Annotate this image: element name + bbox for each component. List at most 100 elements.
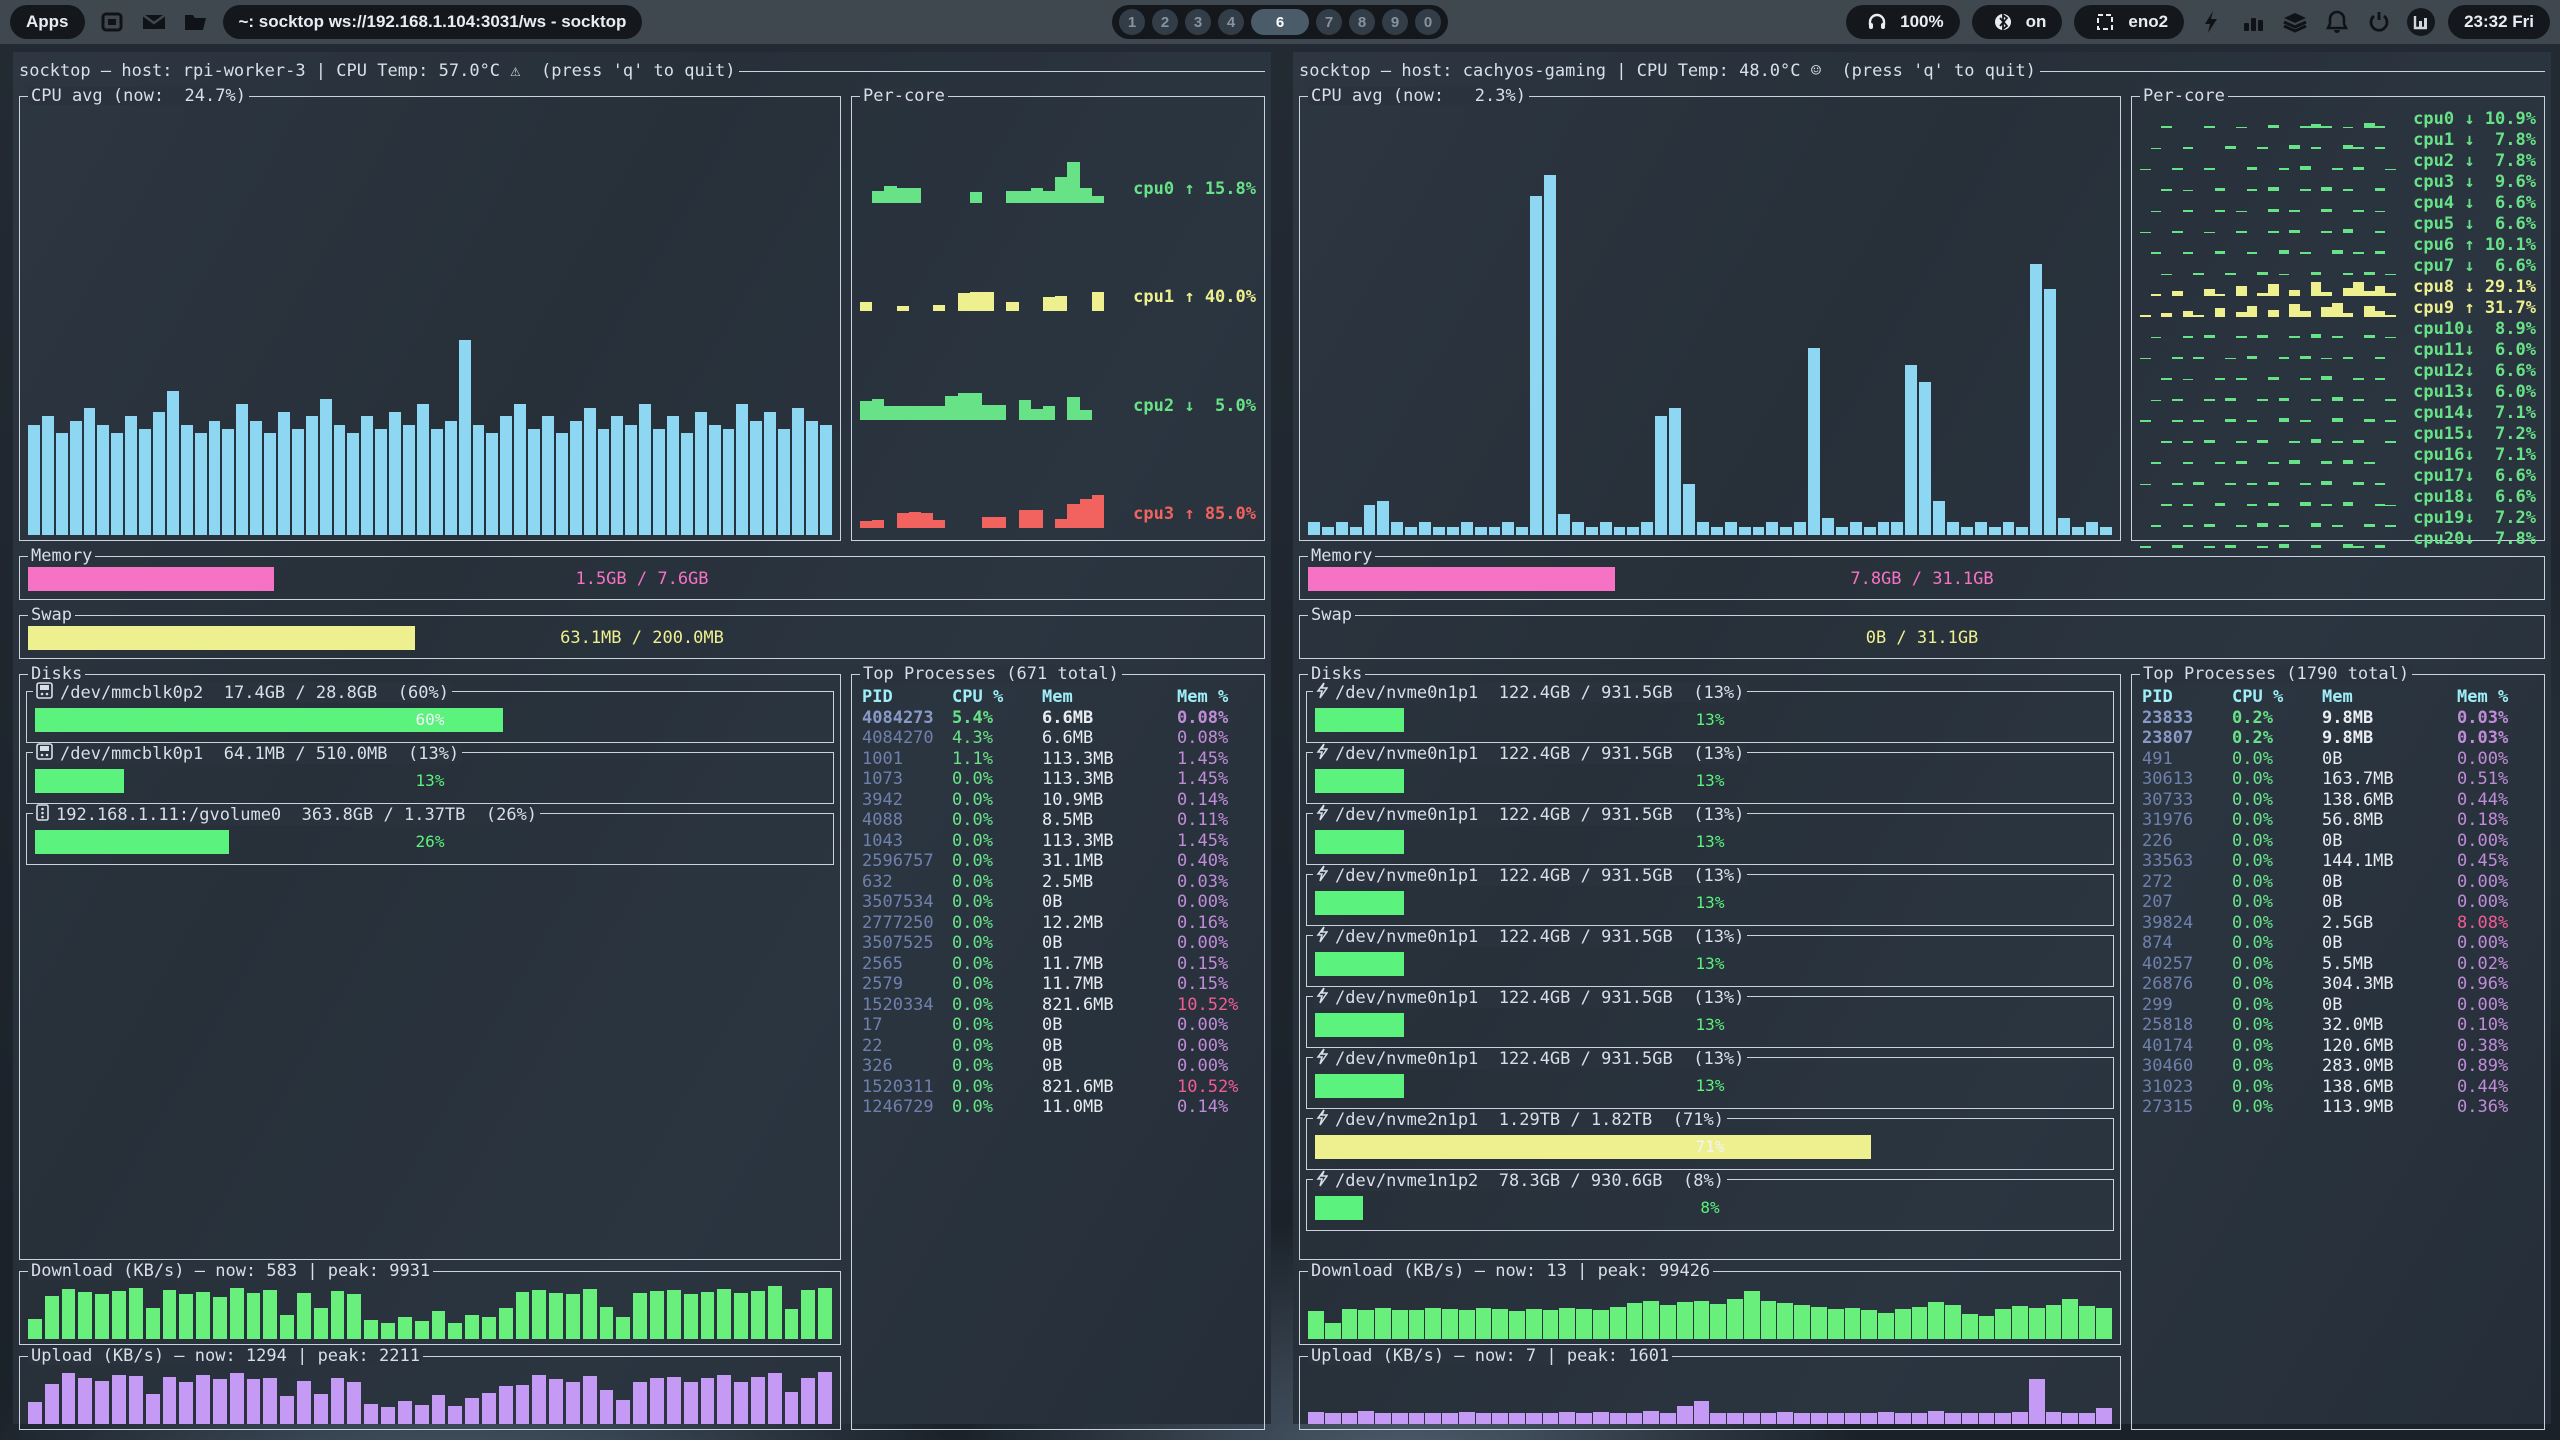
process-cell: 0.15% bbox=[1177, 974, 1260, 995]
folder-icon[interactable] bbox=[181, 7, 211, 37]
spark-bar bbox=[2289, 145, 2300, 149]
workspace-button-8[interactable]: 8 bbox=[1349, 9, 1375, 35]
upload-bar bbox=[1845, 1413, 1861, 1424]
terminal-window-left[interactable]: socktop — host: rpi-worker-3 | CPU Temp:… bbox=[13, 52, 1271, 1424]
disk-percent-label: 13% bbox=[1307, 708, 2113, 732]
window-icon[interactable] bbox=[97, 7, 127, 37]
layers-icon[interactable] bbox=[2280, 7, 2310, 37]
spark-bar bbox=[2375, 231, 2386, 233]
spark-bar bbox=[1031, 409, 1043, 420]
per-core-row: cpu3 ↓ 9.6% bbox=[2140, 172, 2536, 193]
spark-bar bbox=[909, 406, 921, 419]
usage-chart-icon[interactable] bbox=[2406, 7, 2436, 37]
spark-bar bbox=[2161, 126, 2172, 128]
process-row: 238330.2%9.8MB0.03% bbox=[2142, 708, 2540, 729]
spark-bar bbox=[2311, 272, 2322, 275]
spark-bar bbox=[2343, 127, 2354, 128]
disk-percent-label: 13% bbox=[1307, 1074, 2113, 1098]
workspace-button-4[interactable]: 4 bbox=[1218, 9, 1244, 35]
workspace-button-2[interactable]: 2 bbox=[1152, 9, 1178, 35]
process-cell: 0.10% bbox=[2457, 1015, 2540, 1036]
cpu-bar bbox=[209, 421, 221, 535]
core-label: cpu7 ↓ 6.6% bbox=[2396, 256, 2536, 277]
spark-bar bbox=[1019, 510, 1031, 528]
disk-entry: 13%/dev/nvme0n1p1 122.4GB / 931.5GB (13%… bbox=[1306, 874, 2114, 926]
swap-meter: 0B / 31.1GB bbox=[1308, 626, 2536, 650]
spark-bar bbox=[1006, 191, 1018, 203]
workspace-button-0[interactable]: 0 bbox=[1415, 9, 1441, 35]
download-bar bbox=[633, 1293, 647, 1339]
cpu-bar bbox=[1725, 522, 1737, 535]
process-cell: 0.0% bbox=[2232, 1077, 2322, 1098]
download-bar bbox=[1392, 1310, 1408, 1339]
workspace-button-1[interactable]: 1 bbox=[1119, 9, 1145, 35]
process-cell: 30613 bbox=[2142, 769, 2232, 790]
cpu-bar bbox=[292, 429, 304, 535]
spark-bar bbox=[2161, 313, 2172, 317]
spark-bar bbox=[2215, 210, 2226, 212]
disk-entry-header: /dev/nvme0n1p1 122.4GB / 931.5GB (13%) bbox=[1313, 804, 1747, 825]
terminal-window-right[interactable]: socktop — host: cachyos-gaming | CPU Tem… bbox=[1293, 52, 2551, 1424]
notifications-bell-icon[interactable] bbox=[2322, 7, 2352, 37]
upload-bar bbox=[179, 1382, 193, 1424]
cpu-bar bbox=[764, 412, 776, 535]
column-header: Mem bbox=[2322, 687, 2457, 708]
bluetooth-widget[interactable]: on bbox=[1972, 5, 2063, 39]
download-bar bbox=[1811, 1307, 1827, 1339]
spark-bar bbox=[2172, 420, 2183, 422]
process-row: 2070.0%0B0.00% bbox=[2142, 892, 2540, 913]
mail-icon[interactable] bbox=[139, 7, 169, 37]
network-widget[interactable]: eno2 bbox=[2074, 5, 2184, 39]
spark-bar bbox=[2353, 399, 2364, 401]
download-bar bbox=[701, 1292, 715, 1339]
download-bar bbox=[364, 1320, 378, 1339]
audio-levels-icon[interactable] bbox=[2238, 7, 2268, 37]
active-window-title[interactable]: ~: socktop ws://192.168.1.104:3031/ws - … bbox=[223, 5, 643, 39]
cpu-bar bbox=[153, 412, 165, 535]
apps-button[interactable]: Apps bbox=[10, 5, 85, 39]
headphones-icon bbox=[1862, 7, 1892, 37]
disk-entry-header: /dev/nvme0n1p1 122.4GB / 931.5GB (13%) bbox=[1313, 926, 1747, 947]
cpu-bar bbox=[1739, 527, 1751, 535]
workspace-button-7[interactable]: 7 bbox=[1316, 9, 1342, 35]
workspace-button-3[interactable]: 3 bbox=[1185, 9, 1211, 35]
download-bar bbox=[1677, 1302, 1693, 1339]
cpu-bar bbox=[778, 429, 790, 535]
process-cell: 1.45% bbox=[1177, 749, 1260, 770]
workspace-button-6[interactable]: 6 bbox=[1251, 9, 1309, 35]
cpu-bar bbox=[2058, 518, 2070, 535]
process-cell: 2777250 bbox=[862, 913, 952, 934]
process-cell: 0.0% bbox=[952, 831, 1042, 852]
spark-bar bbox=[1031, 510, 1043, 528]
spark-bar bbox=[1080, 188, 1092, 203]
per-core-row: cpu20↓ 7.8% bbox=[2140, 529, 2536, 550]
power-icon[interactable] bbox=[2364, 7, 2394, 37]
swap-usage-label: 0B / 31.1GB bbox=[1308, 626, 2536, 650]
cpu-bar bbox=[2072, 527, 2084, 535]
column-header: PID bbox=[2142, 687, 2232, 708]
process-row: 306130.0%163.7MB0.51% bbox=[2142, 769, 2540, 790]
spark-bar bbox=[2257, 440, 2268, 443]
cpu-bar bbox=[1989, 527, 2001, 535]
upload-bar bbox=[1677, 1406, 1693, 1424]
cpu-bar bbox=[542, 416, 554, 535]
volume-widget[interactable]: 100% bbox=[1846, 5, 1959, 39]
upload-bar bbox=[1811, 1413, 1827, 1424]
disk-entry-label: /dev/mmcblk0p1 64.1MB / 510.0MB (13%) bbox=[60, 745, 459, 763]
power-profile-bolt-icon[interactable] bbox=[2196, 7, 2226, 37]
download-bar bbox=[1342, 1309, 1358, 1339]
spark-bar bbox=[2247, 189, 2258, 191]
spark-bar bbox=[2279, 357, 2290, 359]
spark-bar bbox=[2300, 189, 2311, 191]
spark-bar bbox=[1092, 495, 1104, 528]
disk-entry-header: /dev/nvme0n1p1 122.4GB / 931.5GB (13%) bbox=[1313, 1048, 1747, 1069]
spark-bar bbox=[1067, 397, 1079, 419]
spark-bar bbox=[2311, 282, 2322, 296]
cpu-bar bbox=[1683, 484, 1695, 535]
workspace-button-9[interactable]: 9 bbox=[1382, 9, 1408, 35]
upload-bar bbox=[1358, 1411, 1374, 1424]
spark-bar bbox=[2204, 126, 2215, 128]
clock-widget[interactable]: 23:32 Fri bbox=[2448, 5, 2550, 39]
download-bar bbox=[684, 1294, 698, 1339]
process-cell: 0.03% bbox=[1177, 872, 1260, 893]
